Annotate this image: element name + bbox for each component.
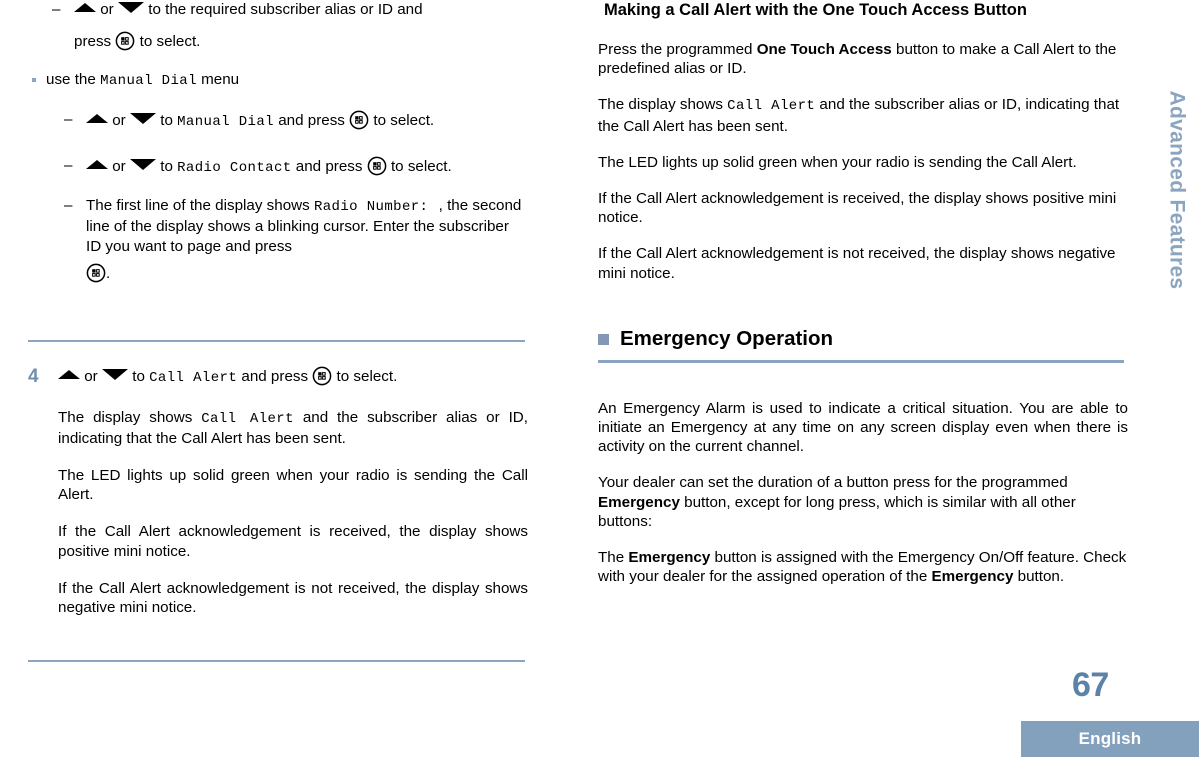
- bold-one-touch-access: One Touch Access: [756, 41, 892, 58]
- menu-icon: [349, 110, 369, 136]
- or-label: or: [112, 158, 126, 175]
- up-triangle-icon: [86, 112, 108, 129]
- radio-number-text-a: The first line of the display shows: [86, 196, 310, 214]
- sub-step-radio-contact: – or to Radio Contact and press to selec…: [58, 156, 528, 182]
- comma: ,: [438, 196, 443, 214]
- press-label: press: [74, 32, 112, 50]
- paragraph-ack-not-received: If the Call Alert acknowledgement is not…: [58, 579, 528, 616]
- bullet-mono-text: Manual Dial: [100, 73, 197, 89]
- divider-rule-bottom: [28, 660, 525, 663]
- para-pre: The display shows: [598, 96, 723, 114]
- emergency-operation-section: Emergency Operation: [598, 327, 1128, 363]
- para-pre: Press the programmed: [598, 41, 753, 58]
- section-heading-rule: [598, 359, 1124, 363]
- menu-icon: [312, 366, 332, 392]
- or-label: or: [112, 111, 126, 129]
- mono-radio-number: Radio Number:: [313, 198, 429, 215]
- mono-call-alert: Call Alert: [201, 410, 294, 427]
- paragraph-dealer-duration: Your dealer can set the duration of a bu…: [598, 473, 1128, 531]
- or-label: or: [100, 1, 114, 18]
- to-label: to: [160, 111, 173, 129]
- to-select-label: to select.: [139, 32, 201, 50]
- section-heading: Emergency Operation: [598, 327, 1128, 351]
- mono-call-alert: Call Alert: [727, 98, 816, 115]
- to-select-label: to select.: [336, 367, 398, 385]
- paragraph-ack-received: If the Call Alert acknowledgement is rec…: [598, 190, 1117, 227]
- sub-step-manual-dial: – or to Manual Dial and press to select.: [58, 110, 528, 136]
- side-tab-label: Advanced Features: [1165, 90, 1188, 290]
- period: .: [106, 265, 111, 282]
- paragraph-display-shows: The display shows Call Alert and the sub…: [58, 408, 528, 448]
- to-select-label: to select.: [390, 158, 452, 175]
- or-label: or: [84, 367, 98, 385]
- paragraph-emergency-alarm: An Emergency Alarm is used to indicate a…: [598, 399, 1128, 456]
- divider-rule-top: [28, 339, 525, 342]
- to-label: to: [132, 367, 145, 385]
- bullet-pre-text: use the: [46, 71, 96, 88]
- sub-step-text: to the required subscriber alias or ID a…: [148, 1, 423, 18]
- step-4-text: or to Call Alert and press to select.: [58, 366, 528, 392]
- to-select-label: to select.: [373, 111, 435, 129]
- down-triangle-icon: [101, 368, 128, 385]
- and-press-label: and press: [241, 367, 309, 385]
- menu-icon: [115, 31, 135, 57]
- step-number: 4: [28, 365, 39, 387]
- sub-step-radio-number: – The first line of the display shows Ra…: [58, 196, 528, 289]
- dash-marker: –: [64, 196, 73, 214]
- dash-marker: –: [64, 157, 73, 174]
- up-triangle-icon: [58, 368, 80, 385]
- down-triangle-icon: [117, 1, 144, 18]
- para-pre: The: [598, 549, 625, 567]
- paragraph-led: The LED lights up solid green when your …: [598, 153, 1077, 171]
- and-press-label: and press: [278, 111, 345, 129]
- menu-icon: [367, 156, 387, 182]
- bullet-square-icon: [32, 78, 36, 82]
- sub-step-select-alias: – or to the required subscriber alias or…: [46, 0, 528, 56]
- up-triangle-icon: [86, 158, 108, 175]
- to-label: to: [160, 158, 173, 175]
- page-number: 67: [1072, 666, 1109, 704]
- bullet-post-text: menu: [201, 71, 240, 88]
- mono-call-alert: Call Alert: [149, 369, 238, 386]
- language-label: English: [1078, 729, 1142, 748]
- paragraph-display-shows: The display shows Call Alert and the sub…: [598, 95, 1128, 135]
- paragraph-ack-not-received: If the Call Alert acknowledgement is not…: [598, 245, 1116, 282]
- mono-radio-contact: Radio Contact: [177, 160, 292, 176]
- para-pre: The display shows: [58, 408, 193, 426]
- paragraph-led: The LED lights up solid green when your …: [58, 466, 528, 504]
- left-column: – or to the required subscriber alias or…: [28, 0, 528, 663]
- paragraph-one-touch-access: Press the programmed One Touch Access bu…: [598, 40, 1128, 78]
- subsection-heading: Making a Call Alert with the One Touch A…: [604, 1, 1027, 19]
- down-triangle-icon: [129, 158, 156, 175]
- bold-emergency: Emergency: [598, 493, 680, 511]
- bold-emergency-2: Emergency: [931, 568, 1014, 586]
- side-tab-chapter: Advanced Features: [1153, 0, 1199, 380]
- dash-marker: –: [52, 1, 61, 18]
- menu-icon: [86, 263, 106, 289]
- down-triangle-icon: [129, 112, 156, 129]
- up-triangle-icon: [74, 1, 96, 18]
- para-post: button.: [1017, 568, 1065, 586]
- paragraph-ack-received: If the Call Alert acknowledgement is rec…: [58, 523, 528, 560]
- bullet-use-manual-dial: use the Manual Dial menu: [28, 70, 528, 92]
- and-press-label: and press: [295, 158, 363, 175]
- heading-square-icon: [598, 333, 609, 345]
- mono-manual-dial: Manual Dial: [177, 113, 274, 130]
- manual-page: – or to the required subscriber alias or…: [0, 0, 1199, 767]
- para-pre: Your dealer can set the duration of a bu…: [598, 474, 1068, 492]
- right-column: Making a Call Alert with the One Touch A…: [598, 0, 1128, 586]
- bold-emergency: Emergency: [628, 549, 711, 567]
- language-bar: English: [1021, 721, 1199, 757]
- step-4: 4 or to Call Alert and press to select. …: [28, 366, 528, 618]
- paragraph-emergency-onoff: The Emergency button is assigned with th…: [598, 548, 1128, 586]
- section-heading-label: Emergency Operation: [620, 326, 834, 350]
- dash-marker: –: [64, 110, 73, 128]
